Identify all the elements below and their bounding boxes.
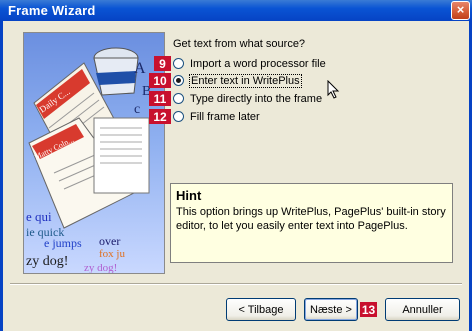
option-type-directly-label: Type directly into the frame: [190, 92, 323, 105]
cancel-button[interactable]: Annuller: [385, 298, 460, 321]
option-writeplus[interactable]: Enter text in WritePlus: [173, 73, 302, 88]
hint-panel: Hint This option brings up WritePlus, Pa…: [170, 183, 453, 263]
radio-import-file[interactable]: [173, 58, 184, 69]
radio-fill-later[interactable]: [173, 111, 184, 122]
step-badge-13: 13: [360, 302, 377, 317]
option-import-file[interactable]: Import a word processor file: [173, 56, 326, 71]
step-badge-11: 11: [149, 91, 171, 106]
next-button[interactable]: Næste >: [304, 298, 358, 321]
option-writeplus-label: Enter text in WritePlus: [189, 73, 302, 88]
stream-word-7: zy dog!: [84, 262, 117, 273]
option-type-directly[interactable]: Type directly into the frame: [173, 91, 322, 106]
step-badge-12: 12: [149, 109, 171, 124]
option-import-file-label: Import a word processor file: [190, 57, 326, 70]
radio-writeplus[interactable]: [173, 75, 184, 86]
button-separator: [10, 283, 462, 285]
stream-word-6: zy dog!: [26, 254, 68, 269]
wizard-illustration: Daily C... A B c Matty Coln... e qui ie …: [23, 32, 165, 274]
step-badge-10: 10: [149, 73, 171, 88]
step-badge-9: 9: [154, 56, 171, 71]
stream-word-5: fox ju: [99, 248, 125, 260]
letter-a: A: [134, 60, 146, 77]
title-bar: Frame Wizard ×: [0, 0, 472, 21]
stream-word-3: e jumps: [44, 236, 82, 250]
radio-type-directly[interactable]: [173, 93, 184, 104]
hint-title: Hint: [176, 188, 202, 203]
stream-word-4: over: [99, 234, 120, 248]
window-title: Frame Wizard: [8, 3, 96, 18]
source-question: Get text from what source?: [173, 38, 306, 50]
mouse-cursor-icon: [327, 80, 340, 99]
option-fill-later-label: Fill frame later: [190, 110, 260, 123]
newspaper-graphic: Daily C... A B c Matty Coln... e qui ie …: [26, 47, 151, 273]
option-fill-later[interactable]: Fill frame later: [173, 109, 260, 124]
close-button[interactable]: ×: [451, 1, 470, 20]
stream-word-1: e qui: [26, 209, 52, 224]
letter-c: c: [134, 102, 140, 117]
hint-text: This option brings up WritePlus, PagePlu…: [176, 206, 446, 232]
back-button[interactable]: < Tilbage: [226, 298, 296, 321]
